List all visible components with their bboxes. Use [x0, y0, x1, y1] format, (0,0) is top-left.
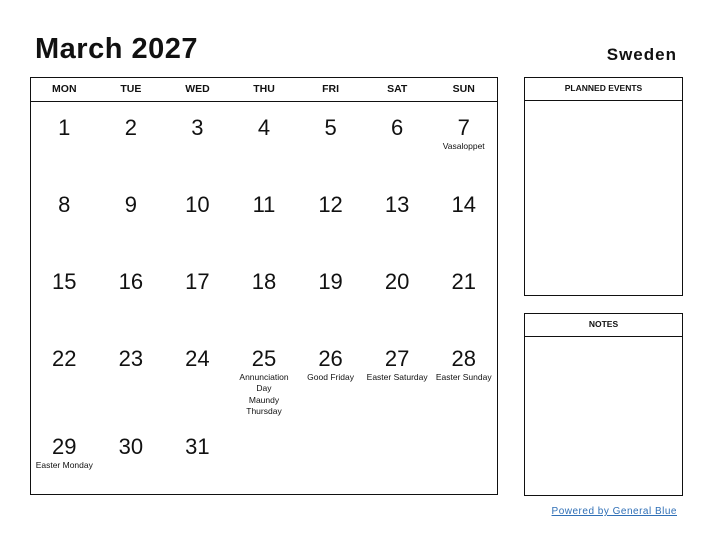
- notes-heading: NOTES: [525, 314, 682, 337]
- day-number: 28: [451, 346, 476, 371]
- day-cell: 25 Annunciation Day Maundy Thursday: [231, 333, 298, 421]
- weekday-fri: FRI: [322, 83, 340, 95]
- day-number: 15: [52, 269, 77, 294]
- day-number: 3: [191, 115, 204, 140]
- weekday-wed: WED: [185, 83, 210, 95]
- day-number: 29: [52, 434, 77, 459]
- country-label: Sweden: [606, 45, 677, 64]
- day-cell: 14: [430, 179, 497, 256]
- day-number: 17: [185, 269, 210, 294]
- day-number: 16: [118, 269, 144, 294]
- day-number: 25: [251, 346, 277, 371]
- day-cell: 10: [164, 179, 231, 256]
- day-number: 27: [384, 346, 410, 371]
- day-number: 22: [52, 346, 77, 371]
- day-cell: 19: [297, 256, 364, 333]
- day-number: 30: [118, 434, 144, 459]
- day-number: 21: [451, 269, 476, 294]
- page-title: March 2027: [35, 33, 198, 65]
- day-number: 19: [318, 269, 343, 294]
- day-cell: [364, 421, 431, 495]
- weekday-mon: MON: [52, 83, 77, 95]
- day-number: 12: [318, 192, 343, 217]
- planned-events-panel: PLANNED EVENTS: [524, 77, 683, 296]
- day-cell: 29 Easter Monday: [31, 421, 98, 495]
- day-cell: 15: [31, 256, 98, 333]
- day-number: 8: [58, 192, 71, 217]
- holiday-label: Maundy Thursday: [246, 395, 282, 416]
- day-cell: 22: [31, 333, 98, 421]
- day-number: 11: [252, 192, 276, 217]
- holiday-label: Easter Monday: [35, 460, 93, 470]
- day-number: 23: [118, 346, 144, 371]
- calendar-grid: MON TUE WED THU FRI SAT SUN 1 2 3 4 5 6 7 Vasaloppet 8…: [30, 77, 498, 495]
- day-cell: 17: [164, 256, 231, 333]
- day-cell: 7 Vasaloppet: [430, 102, 497, 179]
- day-cell: 8: [31, 179, 98, 256]
- day-cell: 23: [98, 333, 165, 421]
- day-cell: 27 Easter Saturday: [364, 333, 431, 421]
- holiday-label: Easter Saturday: [366, 372, 428, 382]
- day-cell: 20: [364, 256, 431, 333]
- day-number: 4: [257, 115, 271, 140]
- day-cell: 30: [98, 421, 165, 495]
- day-cell: 13: [364, 179, 431, 256]
- powered-by-link[interactable]: Powered by General Blue: [552, 506, 677, 517]
- day-number: 7: [457, 115, 470, 140]
- weekday-thu: THU: [253, 83, 275, 95]
- weekday-sat: SAT: [387, 83, 408, 95]
- day-cell: 18: [231, 256, 298, 333]
- day-cell: [430, 421, 497, 495]
- weekday-tue: TUE: [120, 83, 142, 95]
- day-cell: 5: [297, 102, 364, 179]
- day-number: 26: [318, 346, 343, 371]
- day-number: 9: [124, 192, 137, 217]
- day-cell: 24: [164, 333, 231, 421]
- calendar-days: 1 2 3 4 5 6 7 Vasaloppet 8 9 10 11 12 13 14 15 16 17 18 19 2…: [31, 102, 497, 495]
- holiday-label: Good Friday: [307, 372, 354, 382]
- day-number: 5: [324, 115, 337, 140]
- day-number: 6: [391, 115, 404, 140]
- day-number: 10: [185, 192, 210, 217]
- day-cell: 4: [231, 102, 298, 179]
- day-number: 31: [185, 434, 210, 459]
- day-cell: 11: [231, 179, 298, 256]
- weekday-sun: SUN: [452, 83, 475, 95]
- day-cell: 16: [98, 256, 165, 333]
- day-cell: 6: [364, 102, 431, 179]
- day-cell: 31: [164, 421, 231, 495]
- day-number: 13: [384, 192, 410, 217]
- day-cell: [231, 421, 298, 495]
- day-cell: 26 Good Friday: [297, 333, 364, 421]
- day-number: 1: [58, 115, 71, 140]
- day-cell: 21: [430, 256, 497, 333]
- day-number: 20: [384, 269, 410, 294]
- day-number: 14: [451, 192, 476, 217]
- day-cell: 12: [297, 179, 364, 256]
- holiday-label: Vasaloppet: [442, 141, 485, 151]
- holiday-label: Easter Sunday: [435, 372, 492, 382]
- day-number: 24: [185, 346, 210, 371]
- notes-panel: NOTES: [524, 313, 683, 496]
- day-cell: 9: [98, 179, 165, 256]
- holiday-label: Annunciation Day: [239, 372, 289, 393]
- day-cell: [297, 421, 364, 495]
- day-number: 2: [124, 115, 137, 140]
- day-cell: 28 Easter Sunday: [430, 333, 497, 421]
- day-cell: 1: [31, 102, 98, 179]
- day-cell: 2: [98, 102, 165, 179]
- planned-events-heading: PLANNED EVENTS: [525, 78, 682, 101]
- weekday-header: MON TUE WED THU FRI SAT SUN: [31, 78, 497, 102]
- day-number: 18: [251, 269, 277, 294]
- day-cell: 3: [164, 102, 231, 179]
